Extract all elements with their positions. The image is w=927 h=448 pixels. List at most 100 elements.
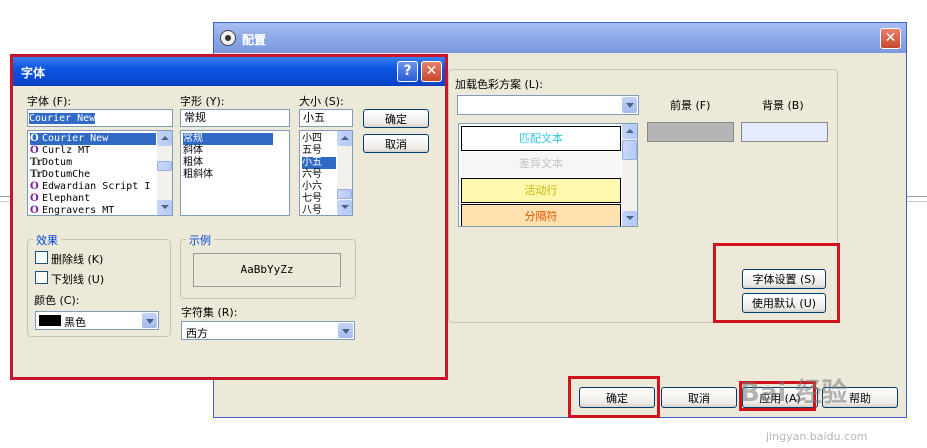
- color-swatch: [39, 315, 61, 326]
- style-list[interactable]: 常规 斜体 粗体 粗斜体: [180, 130, 290, 216]
- size-list-item[interactable]: 八号: [302, 205, 336, 216]
- strikeout-checkbox[interactable]: [35, 251, 48, 264]
- charset-value: 西方: [186, 327, 208, 340]
- style-list-item-label: 常规: [183, 133, 203, 144]
- color-label: 颜色 (C):: [34, 294, 80, 307]
- size-list-item-label: 小四: [302, 133, 322, 144]
- config-titlebar[interactable]: 配置 ✕: [214, 23, 906, 53]
- background-color-swatch[interactable]: [741, 122, 828, 142]
- color-value: 黑色: [64, 316, 86, 329]
- opentype-font-icon: O: [30, 133, 39, 144]
- sample-label: 示例: [186, 232, 214, 248]
- charset-combo[interactable]: 西方: [181, 321, 355, 340]
- style-label: 字形 (Y):: [180, 95, 225, 108]
- scroll-thumb[interactable]: [337, 189, 352, 199]
- scroll-thumb[interactable]: [157, 161, 172, 171]
- color-combo[interactable]: 黑色: [35, 311, 159, 330]
- watermark-logo: Bai 经验: [740, 378, 848, 408]
- size-list[interactable]: 小四 五号 小五 六号 小六 七号 八号: [299, 130, 353, 216]
- scroll-down-icon[interactable]: [337, 200, 352, 215]
- size-list-item[interactable]: 小五: [302, 157, 336, 169]
- size-list-item[interactable]: 七号: [302, 193, 336, 205]
- size-list-item-label: 小五: [302, 157, 322, 168]
- scroll-up-icon[interactable]: [157, 131, 172, 146]
- font-size-field[interactable]: 小五: [299, 109, 353, 127]
- size-list-item[interactable]: 五号: [302, 145, 336, 157]
- underline-checkbox[interactable]: [35, 271, 48, 284]
- font-list-item[interactable]: O Edwardian Script I: [30, 181, 156, 193]
- font-list-item[interactable]: O Engravers MT: [30, 205, 156, 216]
- size-list-item-label: 八号: [302, 205, 322, 216]
- style-list-item[interactable]: 粗体: [183, 157, 273, 169]
- opentype-font-icon: O: [30, 205, 39, 216]
- background-label: 背景 (B): [762, 99, 804, 112]
- sample-preview: AaBbYyZz: [193, 253, 341, 287]
- foreground-color-swatch[interactable]: [647, 122, 734, 142]
- font-list[interactable]: O Courier New O Curlz MT TrDotum TrDotumChe O E…: [27, 130, 173, 216]
- font-dialog-titlebar[interactable]: 字体 ? ✕: [13, 57, 445, 86]
- font-list-item[interactable]: TrDotum: [30, 157, 156, 169]
- config-title: 配置: [242, 33, 267, 47]
- scheme-item[interactable]: 分隔符: [461, 204, 621, 226]
- help-icon[interactable]: ?: [397, 61, 418, 82]
- font-settings-button[interactable]: 字体设置 (S): [742, 269, 826, 289]
- truetype-font-icon: Tr: [30, 157, 42, 168]
- scheme-item[interactable]: 活动行: [461, 178, 621, 203]
- scroll-down-icon[interactable]: [157, 200, 172, 215]
- size-list-scrollbar[interactable]: [337, 131, 352, 215]
- size-list-item[interactable]: 六号: [302, 169, 336, 181]
- foreground-label: 前景 (F): [670, 99, 711, 112]
- scheme-element-list[interactable]: 匹配文本 差异文本 活动行 分隔符: [458, 123, 638, 227]
- style-list-item[interactable]: 斜体: [183, 145, 273, 157]
- font-ok-button[interactable]: 确定: [363, 109, 429, 128]
- underline-label: 下划线 (U): [51, 273, 105, 286]
- font-list-scrollbar[interactable]: [157, 131, 172, 215]
- size-list-item-label: 七号: [302, 193, 322, 204]
- ok-button[interactable]: 确定: [579, 387, 655, 408]
- font-style-field[interactable]: 常规: [180, 109, 290, 127]
- scheme-item[interactable]: 差异文本: [461, 152, 621, 177]
- font-cancel-button[interactable]: 取消: [363, 134, 429, 153]
- font-label: 字体 (F):: [27, 95, 72, 108]
- font-list-item-label: DotumChe: [42, 169, 91, 180]
- font-list-item-label: Engravers MT: [42, 205, 115, 216]
- close-icon[interactable]: ✕: [421, 61, 442, 82]
- chevron-down-icon[interactable]: [622, 97, 637, 113]
- scroll-down-icon[interactable]: [622, 211, 637, 226]
- chevron-down-icon[interactable]: [142, 313, 157, 328]
- size-list-item-label: 五号: [302, 145, 322, 156]
- font-list-item[interactable]: TrDotumChe: [30, 169, 156, 181]
- cancel-button[interactable]: 取消: [661, 387, 737, 408]
- opentype-font-icon: O: [30, 145, 39, 156]
- scroll-up-icon[interactable]: [337, 131, 352, 146]
- scroll-up-icon[interactable]: [622, 124, 637, 139]
- font-list-item[interactable]: O Curlz MT: [30, 145, 156, 157]
- size-list-item-label: 六号: [302, 169, 322, 180]
- font-name-field[interactable]: Courier New: [27, 109, 173, 127]
- effects-label: 效果: [33, 232, 61, 248]
- style-list-item[interactable]: 常规: [183, 133, 273, 145]
- font-list-item-label: Edwardian Script I: [42, 181, 151, 192]
- font-dialog: 字体 ? ✕ 字体 (F): Courier New O Courier New O…: [10, 54, 448, 380]
- scheme-item[interactable]: 匹配文本: [461, 126, 621, 151]
- font-list-item[interactable]: O Elephant: [30, 193, 156, 205]
- size-list-item[interactable]: 小六: [302, 181, 336, 193]
- close-icon[interactable]: ✕: [880, 28, 901, 49]
- font-list-item-label: Courier New: [42, 133, 109, 144]
- use-default-button[interactable]: 使用默认 (U): [742, 293, 826, 313]
- scheme-label: 加载色彩方案 (L):: [455, 78, 543, 91]
- style-list-item[interactable]: 粗斜体: [183, 169, 273, 181]
- scroll-thumb[interactable]: [622, 140, 637, 160]
- style-list-item-label: 粗斜体: [183, 169, 213, 180]
- opentype-font-icon: O: [30, 181, 39, 192]
- scheme-scrollbar[interactable]: [622, 124, 637, 226]
- size-list-item-label: 小六: [302, 181, 322, 192]
- chevron-down-icon[interactable]: [338, 323, 353, 338]
- scheme-combo[interactable]: [457, 95, 639, 115]
- charset-label: 字符集 (R):: [181, 306, 238, 319]
- size-list-item[interactable]: 小四: [302, 133, 336, 145]
- font-list-item[interactable]: O Courier New: [30, 133, 156, 145]
- truetype-font-icon: Tr: [30, 169, 42, 180]
- style-list-item-label: 斜体: [183, 145, 203, 156]
- font-list-item-label: Dotum: [42, 157, 73, 168]
